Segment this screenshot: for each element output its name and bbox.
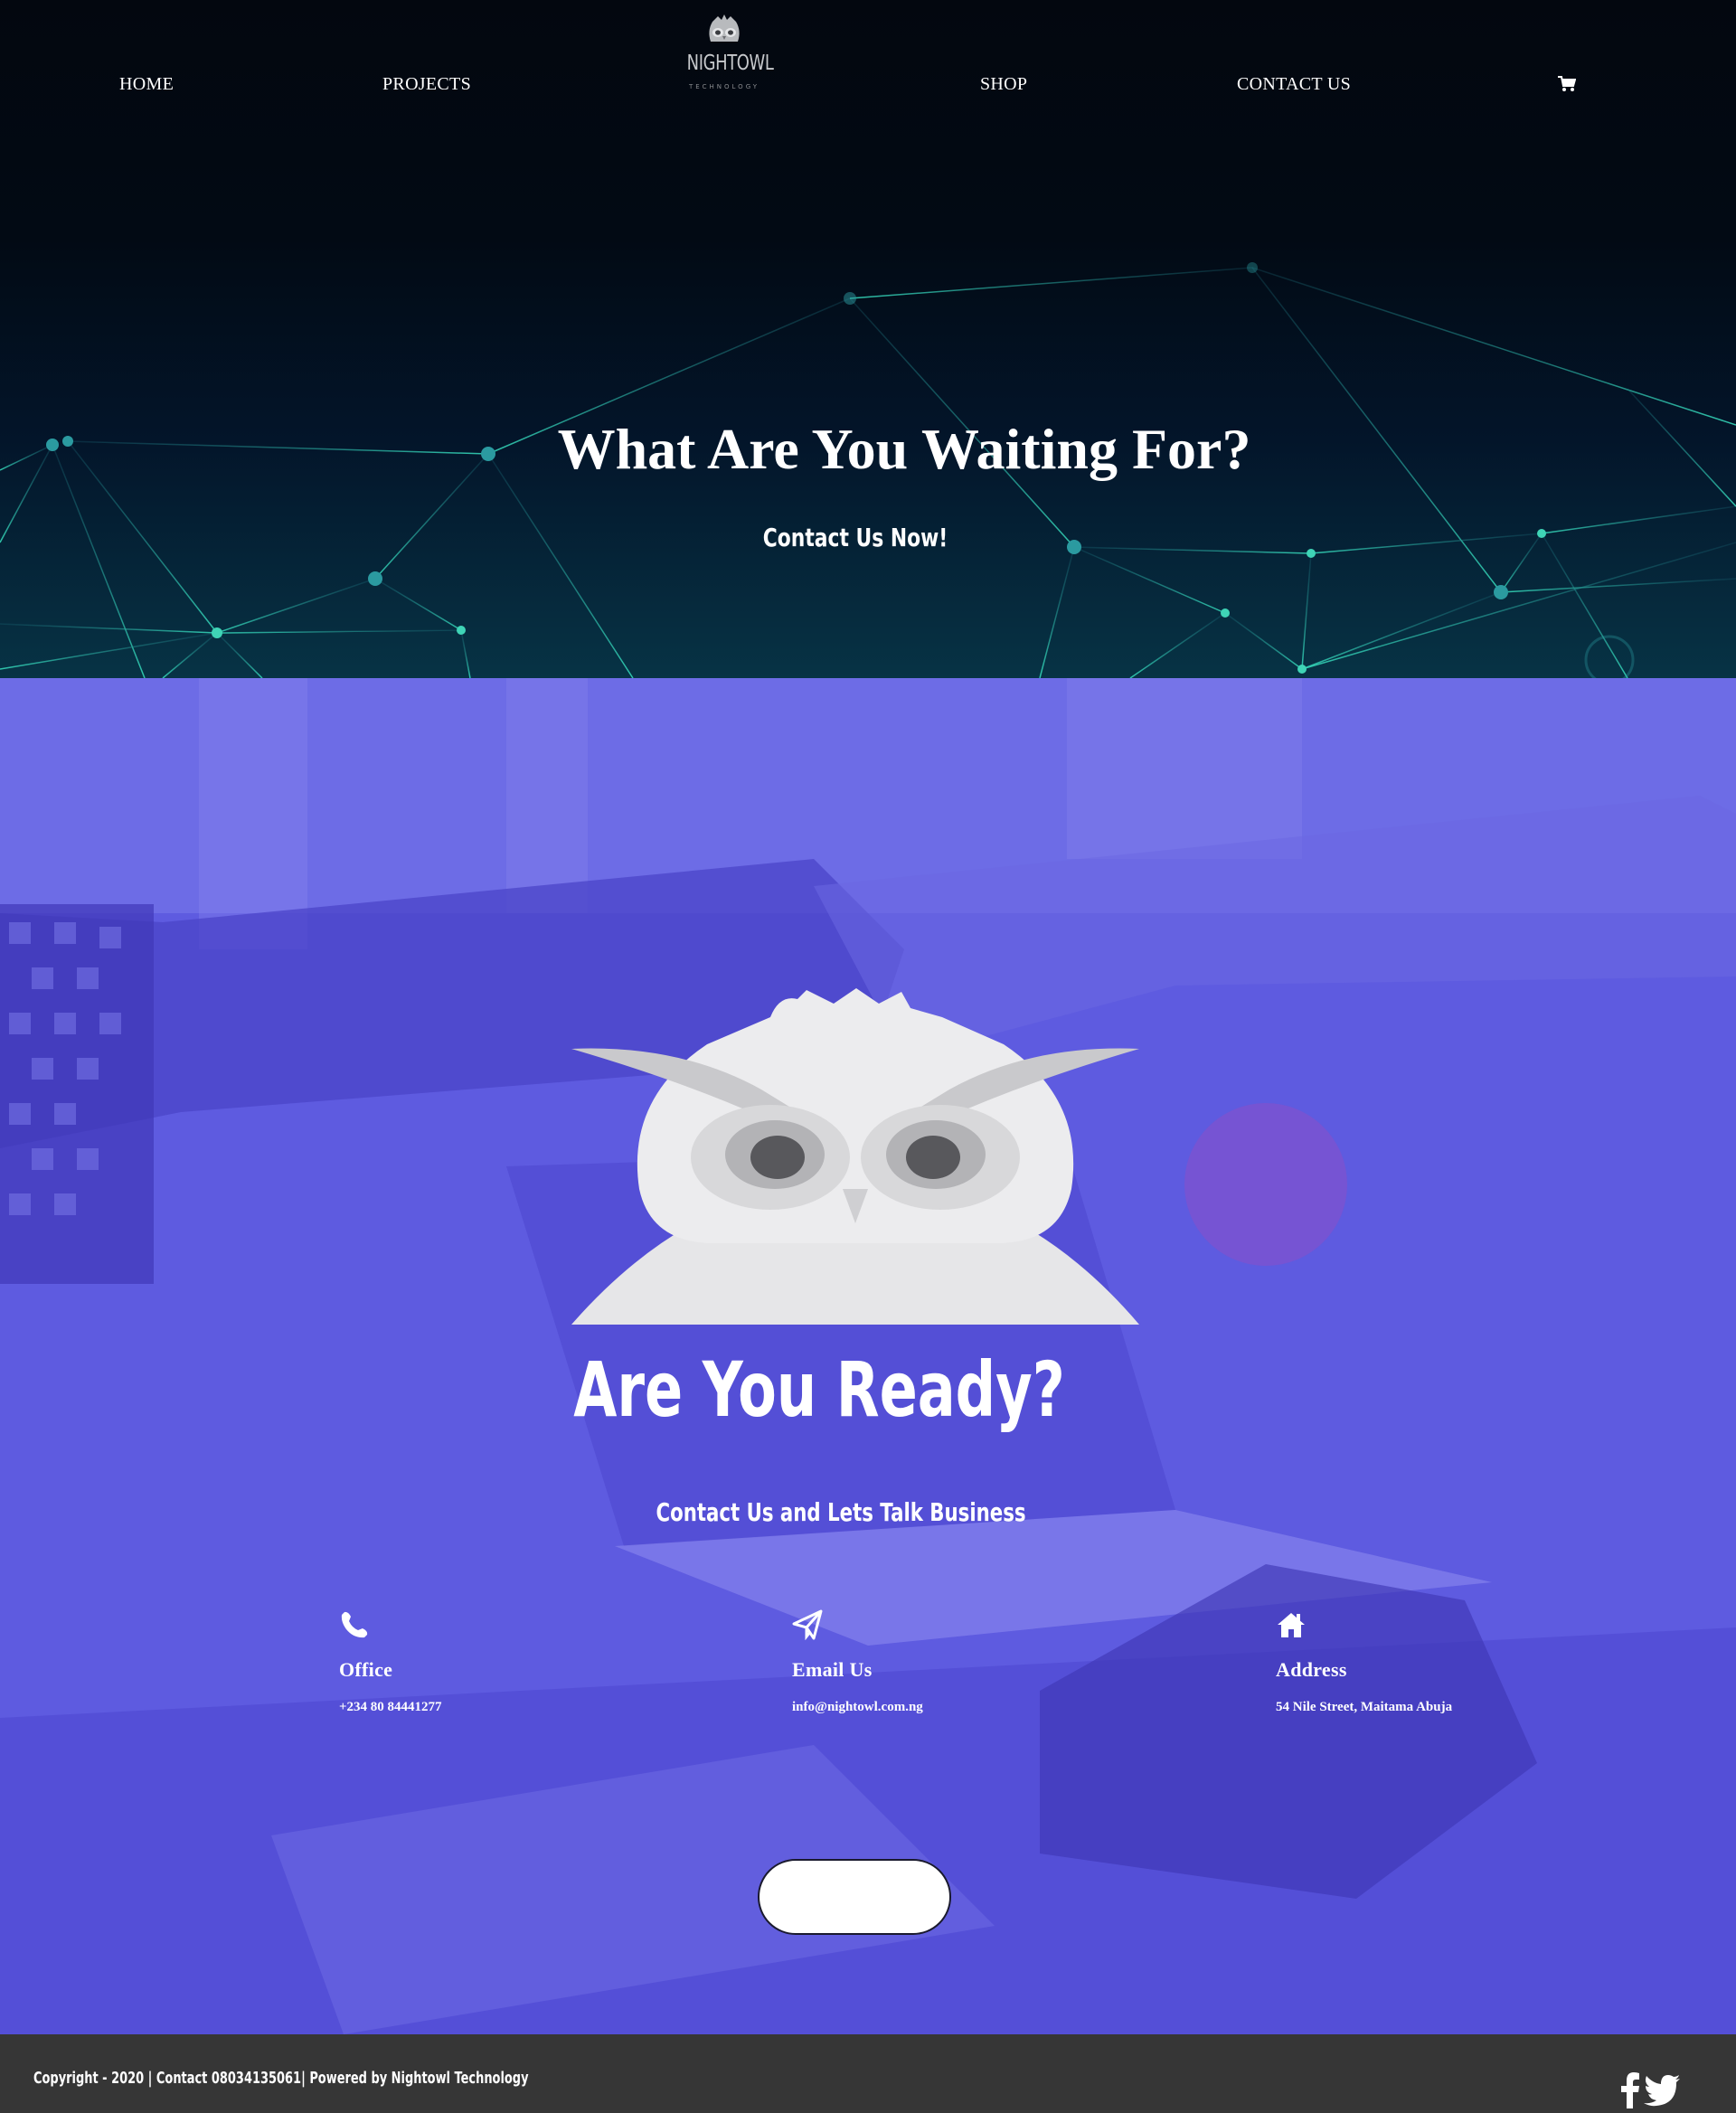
ready-section: Are You Ready? Contact Us and Lets Talk … (0, 678, 1736, 2034)
nav-shop-link[interactable]: SHOP (980, 74, 1027, 95)
email-info: Email Us info@nightowl.com.ng (792, 1609, 1063, 1715)
owl-mascot-icon (571, 988, 1139, 1325)
nightowl-logo[interactable]: NIGHTOWL TECHNOLOGY (676, 11, 774, 90)
email-title: Email Us (792, 1658, 873, 1681)
office-info: Office +234 80 84441277 (339, 1609, 610, 1715)
logo-wordmark: NIGHTOWL (686, 52, 774, 75)
twitter-icon[interactable] (1644, 2072, 1680, 2108)
copyright-text: Copyright - 2020 | Contact 08034135061| … (33, 2069, 529, 2088)
shopping-cart-icon[interactable] (1558, 76, 1576, 92)
ready-title: Are You Ready? (573, 1345, 1065, 1434)
footer: Copyright - 2020 | Contact 08034135061| … (0, 2034, 1736, 2113)
owl-logo-icon (709, 14, 740, 42)
network-background (0, 262, 1736, 678)
street-address: 54 Nile Street, Maitama Abuja (1276, 1700, 1453, 1714)
nav-projects-link[interactable]: PROJECTS (382, 74, 471, 95)
facebook-icon[interactable] (1621, 2072, 1639, 2108)
nav-home-link[interactable]: HOME (119, 74, 174, 95)
nav-contact-link[interactable]: CONTACT US (1237, 74, 1351, 95)
main-nav: HOME PROJECTS NIGHTOWL TECHNOLOGY SHOP C… (0, 0, 1736, 99)
email-address-link[interactable]: info@nightowl.com.ng (792, 1700, 1063, 1715)
home-icon (1278, 1613, 1305, 1637)
logo-tagline: TECHNOLOGY (688, 83, 760, 90)
office-phone[interactable]: +234 80 84441277 (339, 1700, 610, 1715)
office-title: Office (339, 1658, 393, 1681)
address-title: Address (1276, 1658, 1347, 1681)
hero-title: What Are You Waiting For? (557, 417, 1251, 481)
address-info: Address 54 Nile Street, Maitama Abuja (1276, 1609, 1547, 1715)
ready-subtitle: Contact Us and Lets Talk Business (656, 1497, 1026, 1527)
contact-now-link[interactable]: Contact Us Now! (188, 523, 1523, 552)
phone-icon (341, 1611, 368, 1638)
contact-submit-button[interactable] (758, 1859, 951, 1935)
paper-plane-icon (792, 1609, 823, 1640)
hero-section: HOME PROJECTS NIGHTOWL TECHNOLOGY SHOP C… (0, 0, 1736, 678)
